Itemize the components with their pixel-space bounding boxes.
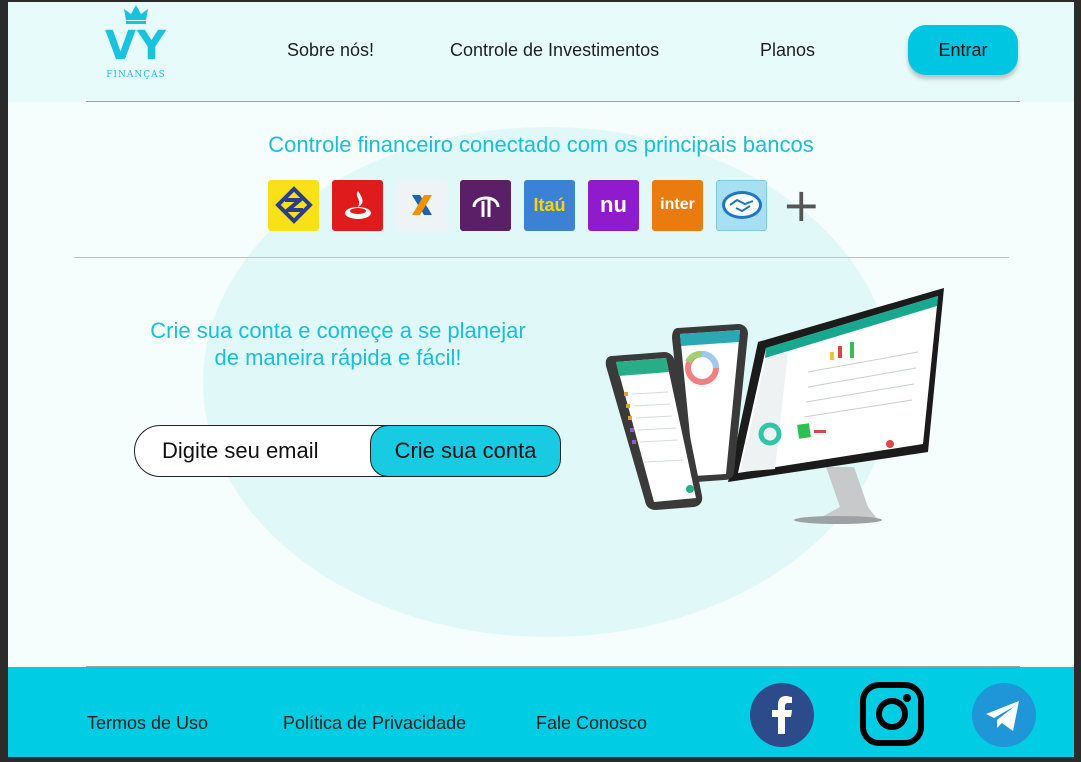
crown-icon bbox=[124, 5, 148, 24]
footer-link-termos[interactable]: Termos de Uso bbox=[87, 713, 208, 734]
telegram-icon[interactable] bbox=[971, 682, 1037, 748]
cta-line-1: Crie sua conta e começe a se planejar bbox=[150, 318, 526, 343]
nav-controle-investimentos[interactable]: Controle de Investimentos bbox=[450, 40, 659, 61]
bank-logos: Itaú nu inter + bbox=[268, 179, 821, 231]
login-button[interactable]: Entrar bbox=[908, 25, 1018, 75]
bank-itau-icon[interactable]: Itaú bbox=[524, 179, 575, 231]
create-account-button[interactable]: Crie sua conta bbox=[370, 425, 561, 477]
bank-nubank-icon[interactable]: nu bbox=[588, 179, 639, 231]
cta-line-2: de maneira rápida e fácil! bbox=[214, 345, 462, 370]
devices-illustration bbox=[605, 288, 944, 524]
logo-mark: VY bbox=[105, 23, 167, 69]
page: VY FINANÇAS Sobre nós! Controle de Inves… bbox=[8, 2, 1074, 757]
bank-caixa-icon[interactable] bbox=[396, 179, 447, 231]
nav-sobre-nos[interactable]: Sobre nós! bbox=[287, 40, 374, 61]
instagram-icon[interactable] bbox=[859, 681, 925, 747]
footer: Termos de Uso Política de Privacidade Fa… bbox=[8, 667, 1074, 757]
header: VY FINANÇAS Sobre nós! Controle de Inves… bbox=[8, 2, 1074, 102]
bank-banco-do-brasil-icon[interactable] bbox=[268, 179, 319, 231]
cta-heading: Crie sua conta e começe a se planejar de… bbox=[128, 317, 548, 371]
section-divider bbox=[74, 257, 1009, 258]
bank-inter-icon[interactable]: inter bbox=[652, 179, 703, 231]
bank-mercado-pago-icon[interactable] bbox=[716, 179, 767, 231]
footer-link-privacidade[interactable]: Política de Privacidade bbox=[283, 713, 466, 734]
bank-santander-icon[interactable] bbox=[332, 179, 383, 231]
bank-bradesco-icon[interactable] bbox=[460, 179, 511, 231]
footer-link-contato[interactable]: Fale Conosco bbox=[536, 713, 647, 734]
signup-form: Crie sua conta bbox=[134, 425, 561, 477]
banks-title: Controle financeiro conectado com os pri… bbox=[268, 132, 814, 157]
logo[interactable]: VY FINANÇAS bbox=[96, 4, 176, 96]
nav-planos[interactable]: Planos bbox=[760, 40, 815, 61]
logo-subtitle: FINANÇAS bbox=[106, 70, 166, 80]
facebook-icon[interactable] bbox=[749, 682, 815, 748]
header-divider bbox=[86, 101, 1020, 102]
more-banks-icon[interactable]: + bbox=[782, 182, 821, 228]
